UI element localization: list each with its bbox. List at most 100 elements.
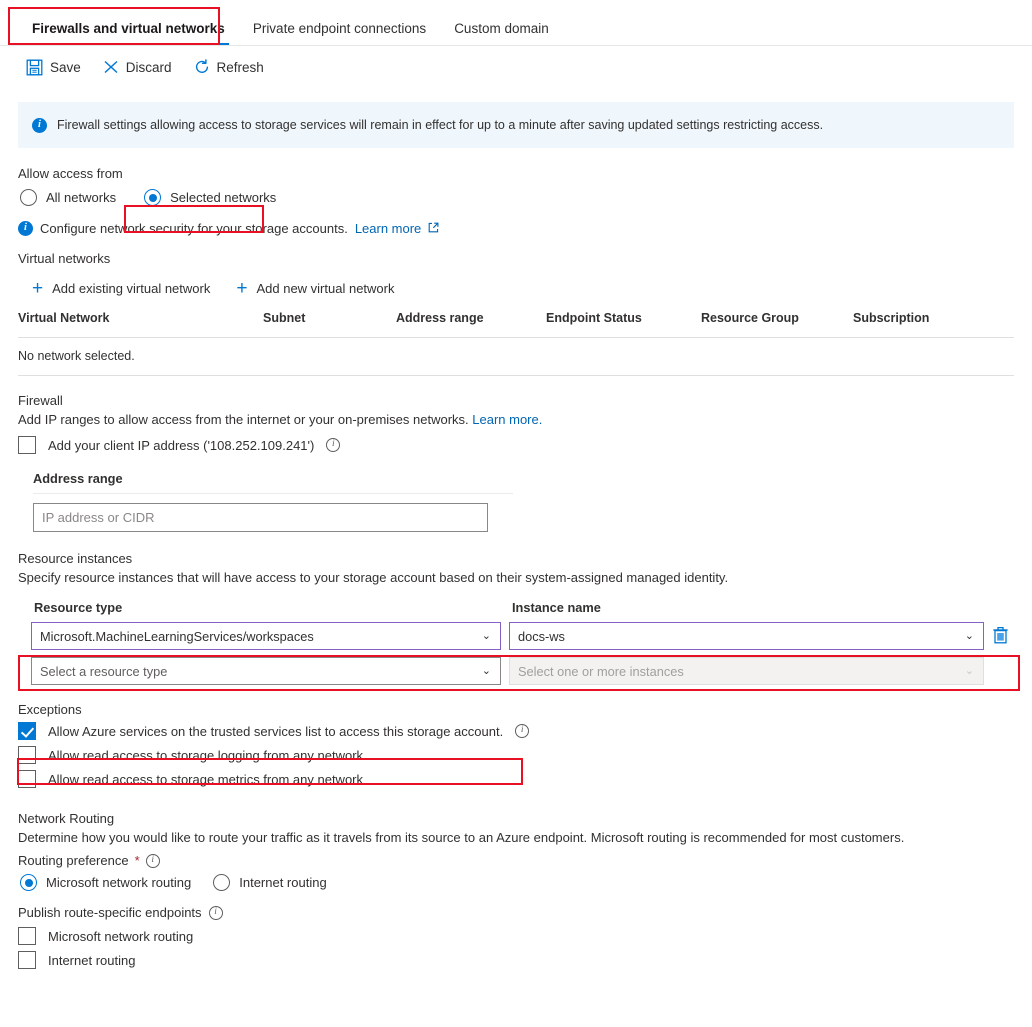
routing-preference-label-row: Routing preference * i (18, 853, 1014, 868)
resource-type-value: Microsoft.MachineLearningServices/worksp… (40, 628, 314, 644)
network-routing-description: Determine how you would like to route yo… (18, 830, 905, 845)
resource-type-dropdown-empty[interactable]: Select a resource type ⌄ (31, 657, 501, 685)
radio-label: Microsoft network routing (46, 875, 192, 890)
resource-instance-row-empty: Select a resource type ⌄ Select one or m… (18, 657, 1014, 685)
exception-label: Allow Azure services on the trusted serv… (48, 723, 504, 739)
info-icon[interactable]: i (145, 853, 160, 868)
add-new-label: Add new virtual network (256, 281, 395, 296)
info-icon[interactable]: i (326, 438, 341, 452)
checkbox-indicator (18, 436, 36, 454)
instance-name-value: docs-ws (518, 628, 565, 644)
plus-icon: + (236, 278, 248, 299)
resource-instance-row: Microsoft.MachineLearningServices/worksp… (18, 622, 1014, 650)
radio-selected-networks[interactable]: Selected networks (142, 185, 286, 210)
tab-private-endpoint-connections[interactable]: Private endpoint connections (239, 21, 440, 45)
refresh-label: Refresh (216, 59, 264, 75)
add-existing-label: Add existing virtual network (52, 281, 211, 296)
plus-icon: + (32, 278, 44, 299)
instance-name-placeholder: Select one or more instances (518, 663, 684, 679)
resource-instances-label: Resource instances (18, 551, 133, 566)
radio-label: Internet routing (239, 875, 327, 890)
chevron-down-icon: ⌄ (481, 664, 491, 677)
publish-option-label: Microsoft network routing (48, 928, 194, 944)
instance-name-dropdown-empty: Select one or more instances ⌄ (509, 657, 984, 685)
learn-more-link[interactable]: Learn more (355, 221, 421, 236)
table-row-empty: No network selected. (18, 338, 1014, 376)
add-client-ip-checkbox[interactable]: Add your client IP address ('108.252.109… (18, 433, 1014, 457)
virtual-networks-actions: + Add existing virtual network + Add new… (32, 279, 1014, 298)
resource-instances-header: Resource type Instance name (18, 600, 1014, 615)
firewall-label: Firewall (18, 393, 63, 408)
exception-storage-logging-checkbox[interactable]: Allow read access to storage logging fro… (18, 743, 1014, 767)
virtual-networks-table: Virtual Network Subnet Address range End… (18, 311, 1014, 376)
save-icon (26, 59, 43, 76)
checkbox-indicator (18, 746, 36, 764)
network-security-note-text: Configure network security for your stor… (40, 221, 348, 236)
info-banner: i Firewall settings allowing access to s… (18, 102, 1014, 148)
close-icon (103, 59, 119, 75)
resource-type-column-label: Resource type (34, 600, 123, 615)
empty-state-text: No network selected. (18, 349, 135, 363)
exception-label: Allow read access to storage metrics fro… (48, 771, 364, 787)
allow-access-radio-group: All networks Selected networks (18, 185, 1014, 210)
radio-label: All networks (46, 190, 117, 205)
exception-storage-metrics-checkbox[interactable]: Allow read access to storage metrics fro… (18, 767, 1014, 791)
radio-internet-routing[interactable]: Internet routing (211, 870, 336, 895)
tab-custom-domain[interactable]: Custom domain (440, 21, 563, 45)
radio-indicator (20, 189, 37, 206)
chevron-down-icon: ⌄ (481, 629, 491, 642)
publish-internet-routing-checkbox[interactable]: Internet routing (18, 948, 1014, 972)
save-button[interactable]: Save (26, 59, 81, 76)
resource-instances-description: Specify resource instances that will hav… (18, 570, 729, 585)
tab-label: Private endpoint connections (252, 21, 427, 36)
tab-firewalls-and-virtual-networks[interactable]: Firewalls and virtual networks (18, 21, 239, 45)
discard-button[interactable]: Discard (103, 59, 172, 75)
address-range-input[interactable] (33, 503, 488, 532)
network-security-note: i Configure network security for your st… (18, 221, 1014, 236)
exceptions-label: Exceptions (18, 702, 82, 717)
column-header-address-range: Address range (396, 311, 484, 325)
publish-endpoints-label: Publish route-specific endpoints (18, 905, 202, 920)
chevron-down-icon: ⌄ (964, 629, 974, 642)
exception-trusted-services-checkbox[interactable]: Allow Azure services on the trusted serv… (18, 719, 1014, 743)
divider (33, 493, 513, 494)
network-routing-label: Network Routing (18, 811, 115, 826)
external-link-icon (428, 221, 439, 236)
exception-label: Allow read access to storage logging fro… (48, 747, 364, 763)
checkbox-indicator (18, 927, 36, 945)
tab-bar: Firewalls and virtual networks Private e… (0, 0, 1032, 46)
info-icon[interactable]: i (515, 724, 530, 738)
info-icon: i (18, 221, 33, 236)
radio-indicator (144, 189, 162, 206)
delete-resource-instance-button[interactable] (992, 626, 1009, 647)
discard-label: Discard (125, 59, 172, 75)
resource-type-dropdown[interactable]: Microsoft.MachineLearningServices/worksp… (31, 622, 501, 650)
add-new-virtual-network-button[interactable]: + Add new virtual network (236, 279, 394, 298)
radio-microsoft-network-routing[interactable]: Microsoft network routing (18, 870, 201, 895)
column-header-subscription: Subscription (853, 311, 930, 325)
info-icon[interactable]: i (208, 905, 223, 920)
publish-endpoints-label-row: Publish route-specific endpoints i (18, 905, 1014, 920)
resource-type-placeholder: Select a resource type (40, 663, 168, 679)
refresh-icon (194, 59, 210, 75)
add-existing-virtual-network-button[interactable]: + Add existing virtual network (32, 279, 210, 298)
firewall-description-text: Add IP ranges to allow access from the i… (18, 412, 469, 427)
instance-name-dropdown[interactable]: docs-ws ⌄ (509, 622, 984, 650)
column-header-resource-group: Resource Group (701, 311, 799, 325)
save-label: Save (50, 59, 81, 75)
refresh-button[interactable]: Refresh (194, 59, 264, 75)
column-header-endpoint-status: Endpoint Status (546, 311, 642, 325)
radio-indicator (20, 874, 37, 891)
routing-preference-radio-group: Microsoft network routing Internet routi… (18, 870, 1014, 895)
radio-all-networks[interactable]: All networks (18, 185, 126, 210)
publish-microsoft-routing-checkbox[interactable]: Microsoft network routing (18, 924, 1014, 948)
column-header-subnet: Subnet (263, 311, 306, 325)
firewall-learn-more-link[interactable]: Learn more. (472, 412, 542, 427)
required-marker: * (134, 853, 140, 868)
info-icon: i (32, 117, 47, 133)
tab-label: Firewalls and virtual networks (32, 21, 225, 36)
address-range-label: Address range (33, 471, 123, 486)
routing-preference-label: Routing preference (18, 853, 129, 868)
instance-name-column-label: Instance name (512, 600, 601, 615)
column-header-virtual-network: Virtual Network (18, 311, 110, 325)
